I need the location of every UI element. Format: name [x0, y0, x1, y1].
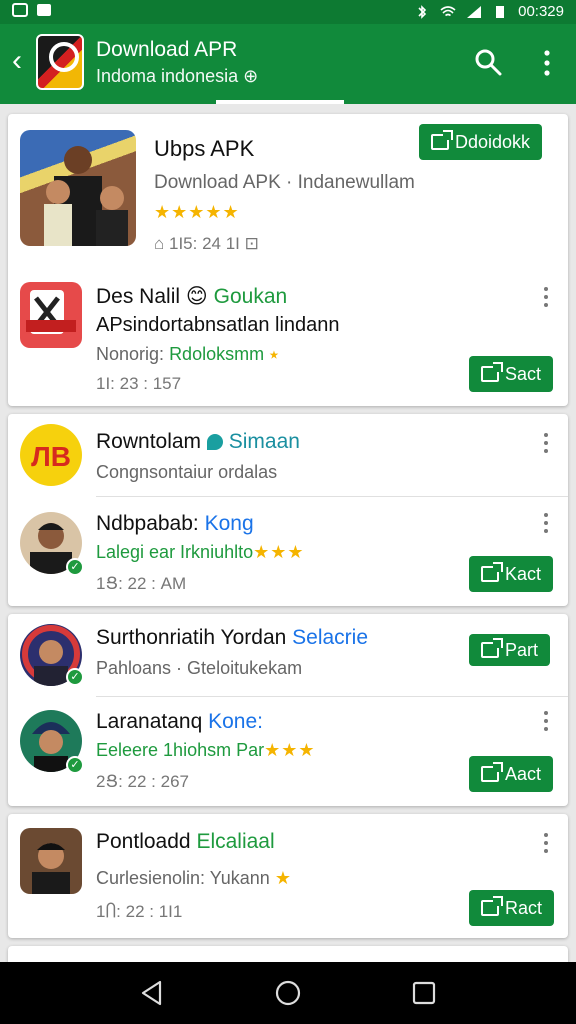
app-card: Pontloadd Elcaliaal Curlesienolin: Yukan… [8, 814, 568, 938]
featured-app-description: Download APK · Indanewullam [154, 172, 415, 193]
nav-home-icon[interactable] [274, 979, 302, 1007]
install-button[interactable]: Aact [469, 756, 554, 792]
more-vert-icon[interactable] [542, 432, 550, 454]
app-card-featured: Ubps APK Download APK · Indanewullam ★★★… [8, 114, 568, 406]
app-description: Eeleere 1hiohsm Par★★★ [96, 740, 316, 760]
nav-recents-icon[interactable] [410, 979, 438, 1007]
app-card: ✓ Surthonriatih Yordan Selacrie Pahloans… [8, 614, 568, 806]
part-button[interactable]: Part [469, 634, 551, 666]
image-icon [37, 4, 51, 16]
app-description: Curlesienolin: Yukann ★ [96, 868, 292, 888]
page-title: Download APR [96, 38, 238, 61]
list-item[interactable]: ✓ Laranatanq Kone: Eeleere 1hiohsm Par★★… [8, 698, 568, 806]
status-bar: 00:329 [0, 0, 576, 24]
back-arrow-icon[interactable]: ‹ [12, 46, 22, 76]
install-button[interactable]: Kact [469, 556, 554, 592]
featured-app[interactable]: Ubps APK Download APK · Indanewullam ★★★… [8, 114, 568, 264]
nav-back-icon[interactable] [138, 979, 166, 1007]
tab-indicator [216, 100, 344, 104]
featured-download-button[interactable]: Ddoidokk [419, 124, 543, 160]
featured-app-rating: ★★★★★ [154, 202, 240, 222]
install-button[interactable]: Ract [469, 890, 555, 926]
install-icon [481, 362, 503, 382]
install-icon [481, 896, 503, 916]
status-time: 00:329 [518, 3, 564, 20]
app-bar: ‹ Download APR Indoma indonesia ⊕ [0, 24, 576, 104]
app-name: Ndbpabab: Kong [96, 512, 254, 535]
featured-app-name: Ubps APK [154, 136, 255, 161]
featured-app-meta: ⌂ 1І5: 24 1І ⊡ [154, 234, 259, 253]
wifi-icon [440, 5, 456, 16]
list-item[interactable]: Pontloadd Elcaliaal Curlesienolin: Yukan… [8, 814, 568, 938]
divider [96, 696, 568, 697]
signal-icon [467, 5, 482, 18]
star-icon: ★ [274, 868, 292, 888]
app-icon [20, 282, 82, 348]
more-vert-icon[interactable] [538, 48, 556, 78]
verified-check-icon: ✓ [66, 668, 84, 686]
verified-icon [206, 434, 223, 450]
smile-emoji-icon: 😊 [185, 285, 208, 308]
install-button[interactable]: Sact [469, 356, 554, 392]
app-subtitle: Nonorig: Rdoloksmm ⭑ [96, 344, 280, 364]
system-nav-bar [0, 962, 576, 1024]
app-name: Laranatanq Kone: [96, 710, 263, 733]
app-description: APsindortabnsatlan lindann [96, 314, 340, 336]
star-icon: ⭑ [269, 344, 280, 364]
notification-icon [12, 3, 28, 17]
app-meta: 1І: 23 : 157 [96, 374, 182, 393]
app-meta: 1Ⴖ: 22 : 1І1 [96, 902, 183, 921]
star-rating: ★★★ [264, 740, 316, 760]
verified-check-icon: ✓ [66, 558, 84, 576]
user-avatar [20, 828, 82, 894]
list-item[interactable]: ЛВ Rowntolam Simaan Congnsontaiur ordala… [8, 414, 568, 496]
download-icon [431, 130, 453, 150]
more-vert-icon[interactable] [542, 286, 550, 308]
page-subtitle: Indoma indonesia ⊕ [96, 66, 259, 86]
app-card: ЛВ Rowntolam Simaan Congnsontaiur ordala… [8, 414, 568, 606]
svg-text:ЛВ: ЛВ [31, 441, 71, 472]
app-name: Rowntolam Simaan [96, 430, 300, 453]
verified-check-icon: ✓ [66, 756, 84, 774]
more-vert-icon[interactable] [542, 512, 550, 534]
battery-icon [496, 5, 505, 18]
list-item[interactable]: ✓ Surthonriatih Yordan Selacrie Pahloans… [8, 614, 568, 696]
list-item[interactable]: ✓ Ndbpabab: Kong Lalegi ear Irkniuhlto★★… [8, 498, 568, 606]
list-item[interactable]: Des Nalil 😊 Goukan APsindortabnsatlan li… [8, 272, 568, 406]
search-icon[interactable] [474, 48, 502, 76]
app-meta: 2Ց: 22 : 267 [96, 772, 189, 791]
install-icon [481, 762, 503, 782]
featured-app-image [20, 130, 136, 246]
bluetooth-icon [418, 4, 427, 19]
app-logo [36, 34, 84, 90]
more-vert-icon[interactable] [542, 832, 550, 854]
star-rating: ★★★ [253, 542, 305, 562]
part-icon [481, 638, 503, 658]
more-vert-icon[interactable] [542, 710, 550, 732]
app-description: Lalegi ear Irkniuhlto★★★ [96, 542, 305, 562]
app-description: Pahloans · Gteloitukekam [96, 658, 303, 678]
divider [96, 496, 568, 497]
app-name: Des Nalil 😊 Goukan [96, 285, 288, 308]
app-name: Surthonriatih Yordan Selacrie [96, 626, 369, 649]
app-meta: 1Ց: 22 : AM [96, 574, 187, 593]
app-description: Congnsontaiur ordalas [96, 462, 278, 482]
app-icon: ЛВ [20, 424, 82, 486]
app-name: Pontloadd Elcaliaal [96, 830, 275, 853]
install-icon [481, 562, 503, 582]
